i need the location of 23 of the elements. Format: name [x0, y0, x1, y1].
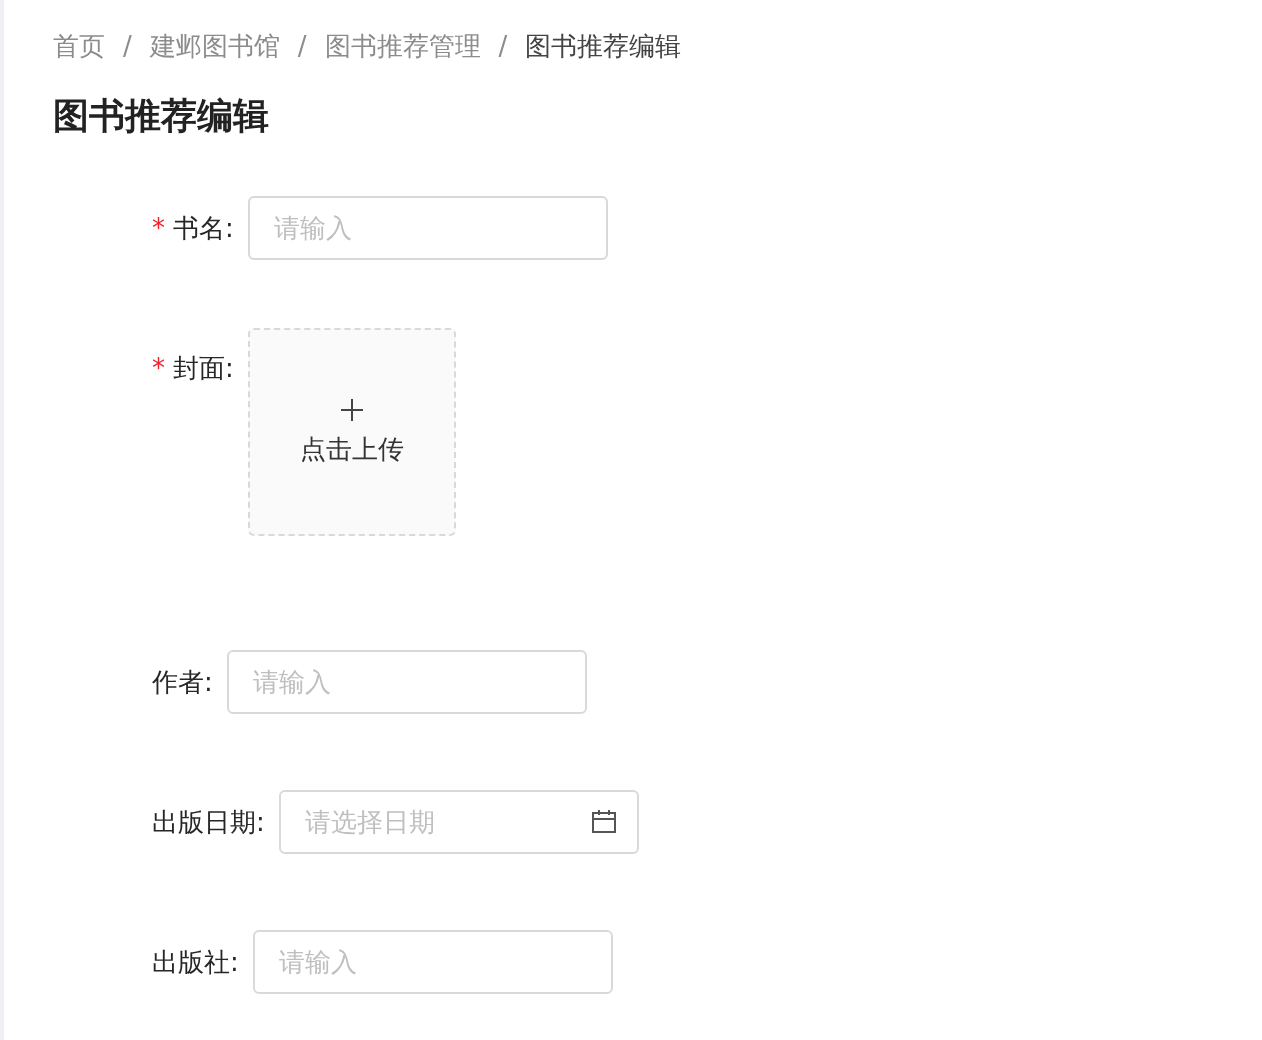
field-label: 出版社:: [152, 945, 239, 979]
calendar-icon: [590, 809, 617, 835]
field-label: 书名:: [173, 211, 234, 245]
input-field[interactable]: 请输入: [226, 650, 587, 714]
date-field[interactable]: 请选择日期: [278, 790, 639, 854]
breadcrumb-separator: /: [297, 31, 307, 61]
breadcrumb-separator: /: [498, 31, 508, 61]
required-mark: *: [152, 353, 165, 383]
field-label: 作者:: [152, 665, 213, 699]
field-label: 出版日期:: [152, 805, 265, 839]
input-field[interactable]: 请输入: [247, 196, 608, 260]
page-title: 图书推荐编辑: [53, 94, 270, 138]
upload-area[interactable]: 点击上传: [247, 328, 456, 536]
field-label: 封面:: [173, 351, 234, 385]
input-field[interactable]: 请输入: [252, 930, 613, 994]
breadcrumb-link[interactable]: 图书推荐编辑: [525, 28, 682, 64]
breadcrumb-link[interactable]: 首页: [53, 28, 105, 64]
upload-label: 点击上传: [299, 432, 404, 466]
breadcrumb-separator: /: [123, 31, 132, 61]
breadcrumb-link[interactable]: 图书推荐管理: [324, 28, 481, 64]
required-mark: *: [152, 213, 165, 243]
plus-icon: [339, 397, 364, 422]
breadcrumb-link[interactable]: 建邺图书馆: [149, 28, 280, 64]
